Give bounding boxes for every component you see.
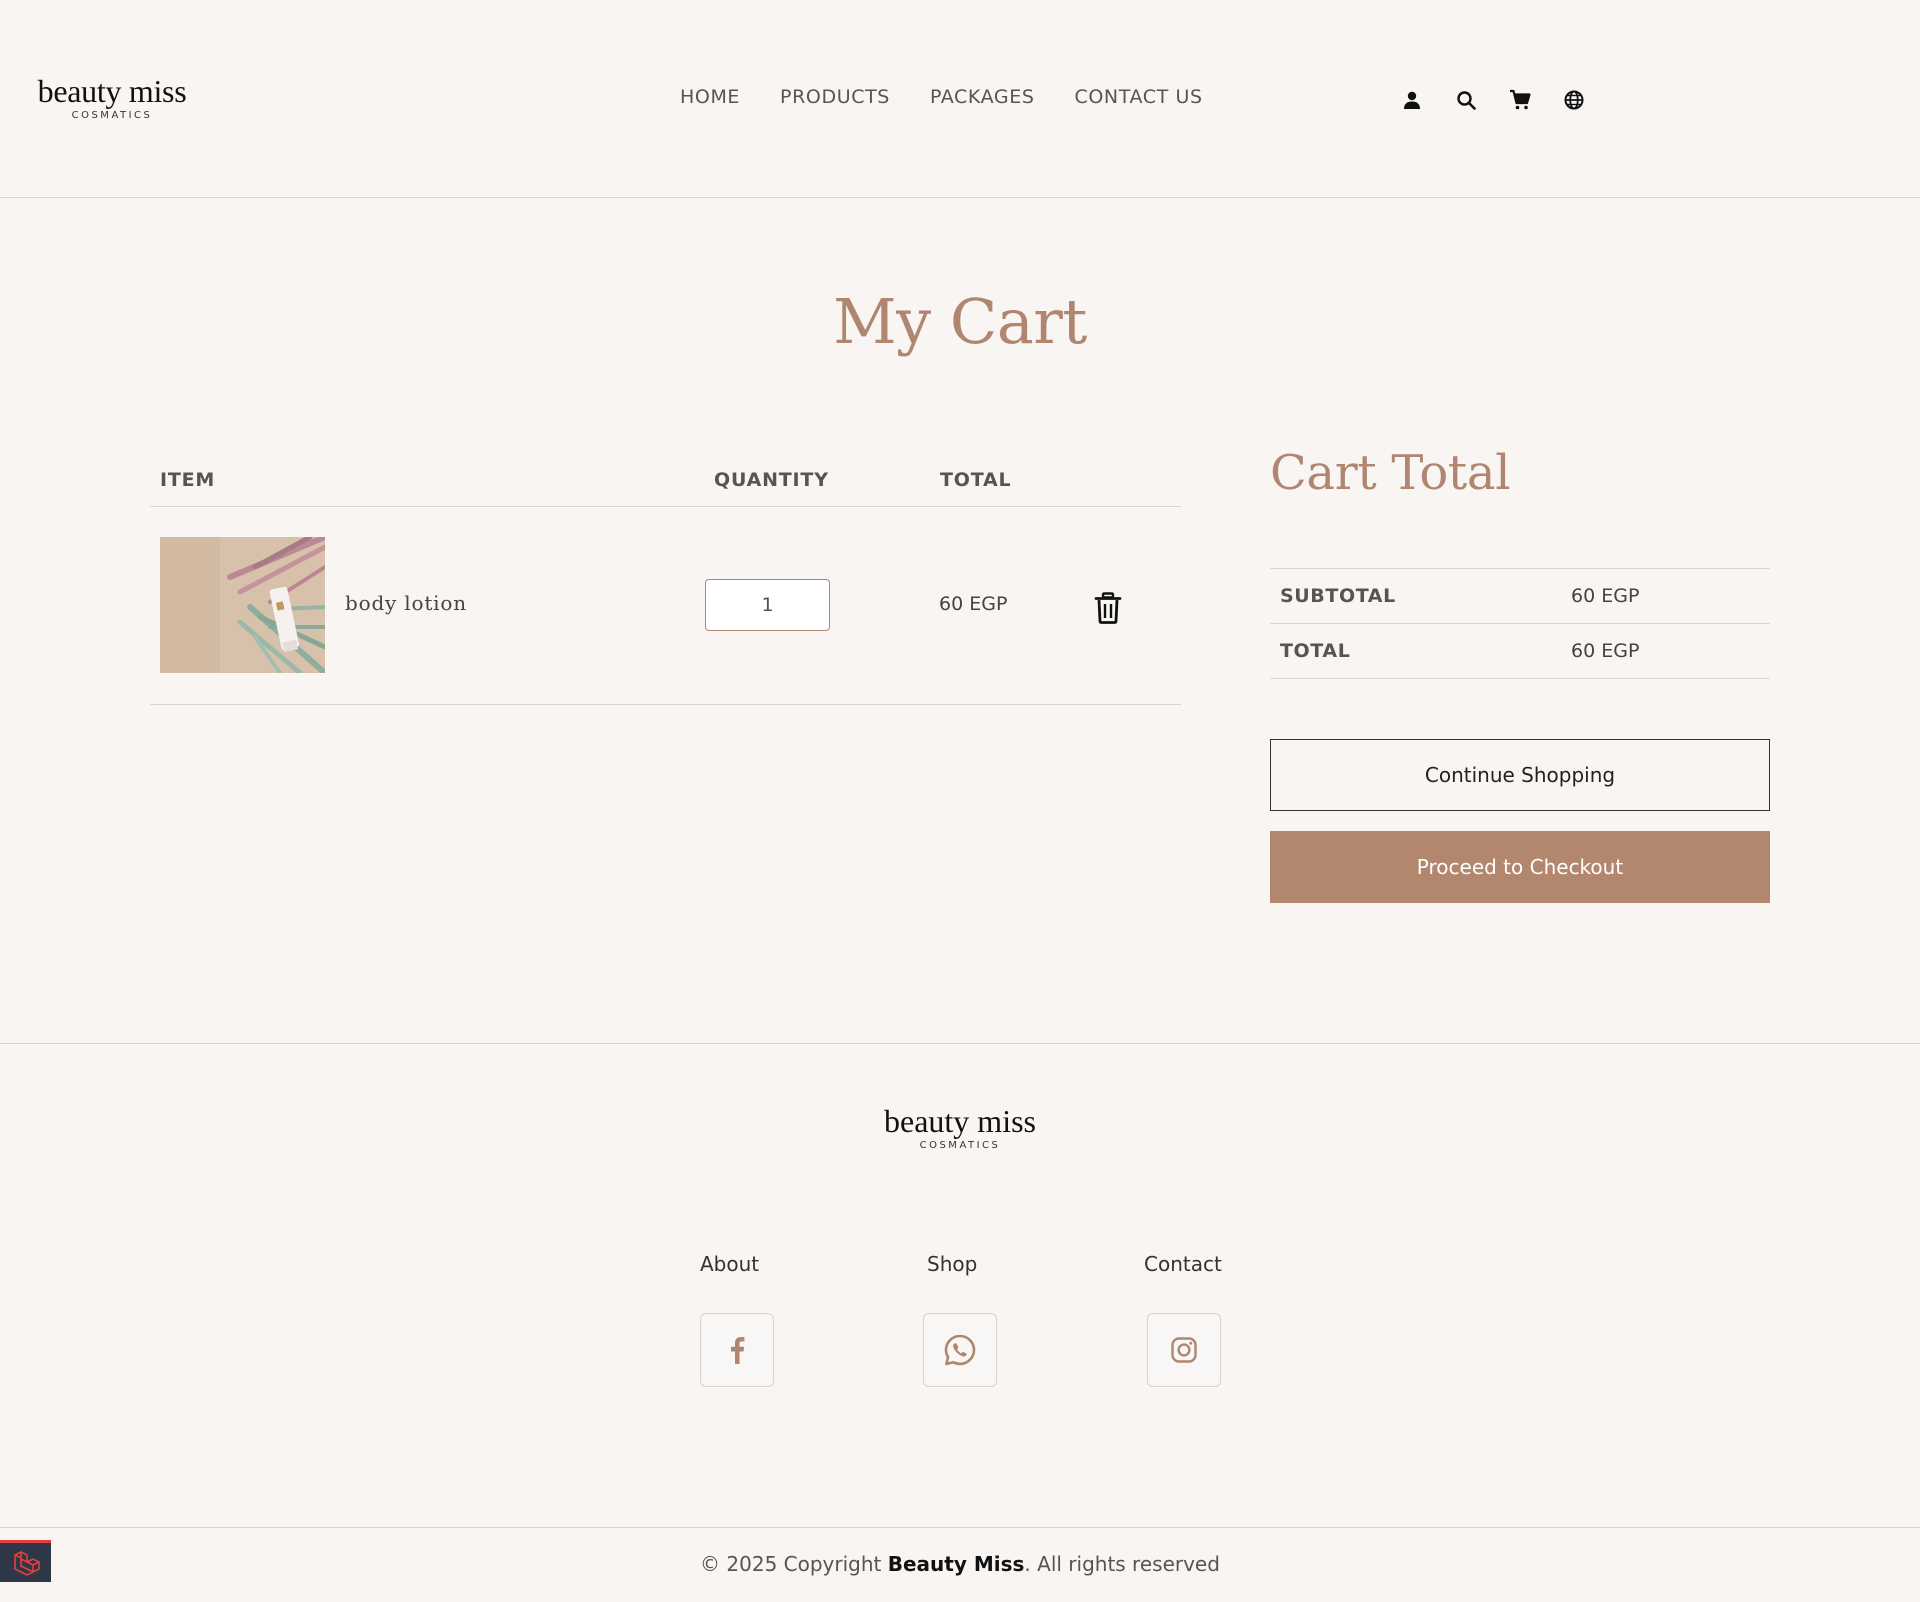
total-label: TOTAL bbox=[1280, 640, 1351, 662]
site-header: beauty miss COSMATICS HOME PRODUCTS PACK… bbox=[0, 0, 1920, 198]
user-icon[interactable] bbox=[1400, 88, 1424, 112]
footer-link-contact[interactable]: Contact bbox=[1144, 1252, 1222, 1276]
footer-link-about[interactable]: About bbox=[700, 1252, 759, 1276]
footer-link-shop[interactable]: Shop bbox=[927, 1252, 977, 1276]
totals-table: SUBTOTAL 60 EGP TOTAL 60 EGP bbox=[1270, 568, 1770, 679]
copyright-prefix: © 2025 Copyright bbox=[700, 1552, 888, 1576]
laravel-icon[interactable] bbox=[0, 1540, 51, 1582]
copyright-brand: Beauty Miss bbox=[887, 1552, 1025, 1576]
footer-brand-name: beauty miss bbox=[884, 1103, 1036, 1139]
table-row: body lotion 60 EGP bbox=[150, 507, 1181, 705]
header-quantity: QUANTITY bbox=[714, 469, 829, 491]
row-total: 60 EGP bbox=[939, 593, 1008, 615]
subtotal-label: SUBTOTAL bbox=[1280, 585, 1396, 607]
cart-total-panel: Cart Total SUBTOTAL 60 EGP TOTAL 60 EGP … bbox=[1270, 445, 1770, 903]
cart-total-title: Cart Total bbox=[1270, 445, 1511, 501]
total-row: TOTAL 60 EGP bbox=[1270, 624, 1770, 679]
header-total: TOTAL bbox=[940, 469, 1012, 491]
search-icon[interactable] bbox=[1454, 88, 1478, 112]
cart-table: ITEM QUANTITY TOTAL body lotion 1 60 EGP bbox=[150, 455, 1181, 705]
nav-home[interactable]: HOME bbox=[680, 86, 740, 110]
main-nav: HOME PRODUCTS PACKAGES CONTACT US bbox=[680, 86, 1203, 110]
brand-tagline: COSMATICS bbox=[71, 110, 153, 121]
copyright-suffix: . All rights reserved bbox=[1024, 1552, 1220, 1576]
product-name[interactable]: body lotion bbox=[345, 591, 467, 615]
brand-logo[interactable]: beauty miss COSMATICS bbox=[32, 74, 192, 121]
footer-brand-tagline: COSMATICS bbox=[919, 1140, 1001, 1151]
proceed-to-checkout-button[interactable]: Proceed to Checkout bbox=[1270, 831, 1770, 903]
header-item: ITEM bbox=[160, 469, 216, 491]
brand-name: beauty miss bbox=[37, 73, 187, 109]
trash-icon[interactable] bbox=[1094, 592, 1124, 624]
quantity-input[interactable] bbox=[705, 579, 830, 631]
subtotal-row: SUBTOTAL 60 EGP bbox=[1270, 569, 1770, 624]
subtotal-value: 60 EGP bbox=[1571, 585, 1640, 607]
whatsapp-icon[interactable] bbox=[923, 1313, 997, 1387]
facebook-icon[interactable] bbox=[700, 1313, 774, 1387]
copyright-bar: © 2025 Copyright Beauty Miss. All rights… bbox=[0, 1527, 1920, 1602]
nav-contact-us[interactable]: CONTACT US bbox=[1075, 86, 1203, 110]
product-image[interactable] bbox=[160, 537, 325, 673]
page-title: My Cart bbox=[833, 285, 1087, 358]
nav-products[interactable]: PRODUCTS bbox=[780, 86, 890, 110]
cart-table-header: ITEM QUANTITY TOTAL bbox=[150, 455, 1181, 507]
continue-shopping-button[interactable]: Continue Shopping bbox=[1270, 739, 1770, 811]
site-footer: beauty miss COSMATICS About Shop Contact bbox=[0, 1043, 1920, 1527]
header-icons bbox=[1400, 88, 1586, 112]
globe-icon[interactable] bbox=[1562, 88, 1586, 112]
instagram-icon[interactable] bbox=[1147, 1313, 1221, 1387]
copyright-text: © 2025 Copyright Beauty Miss. All rights… bbox=[0, 1552, 1920, 1576]
total-value: 60 EGP bbox=[1571, 640, 1640, 662]
footer-logo[interactable]: beauty miss COSMATICS bbox=[880, 1104, 1040, 1151]
cart-icon[interactable] bbox=[1508, 88, 1532, 112]
nav-packages[interactable]: PACKAGES bbox=[930, 86, 1035, 110]
